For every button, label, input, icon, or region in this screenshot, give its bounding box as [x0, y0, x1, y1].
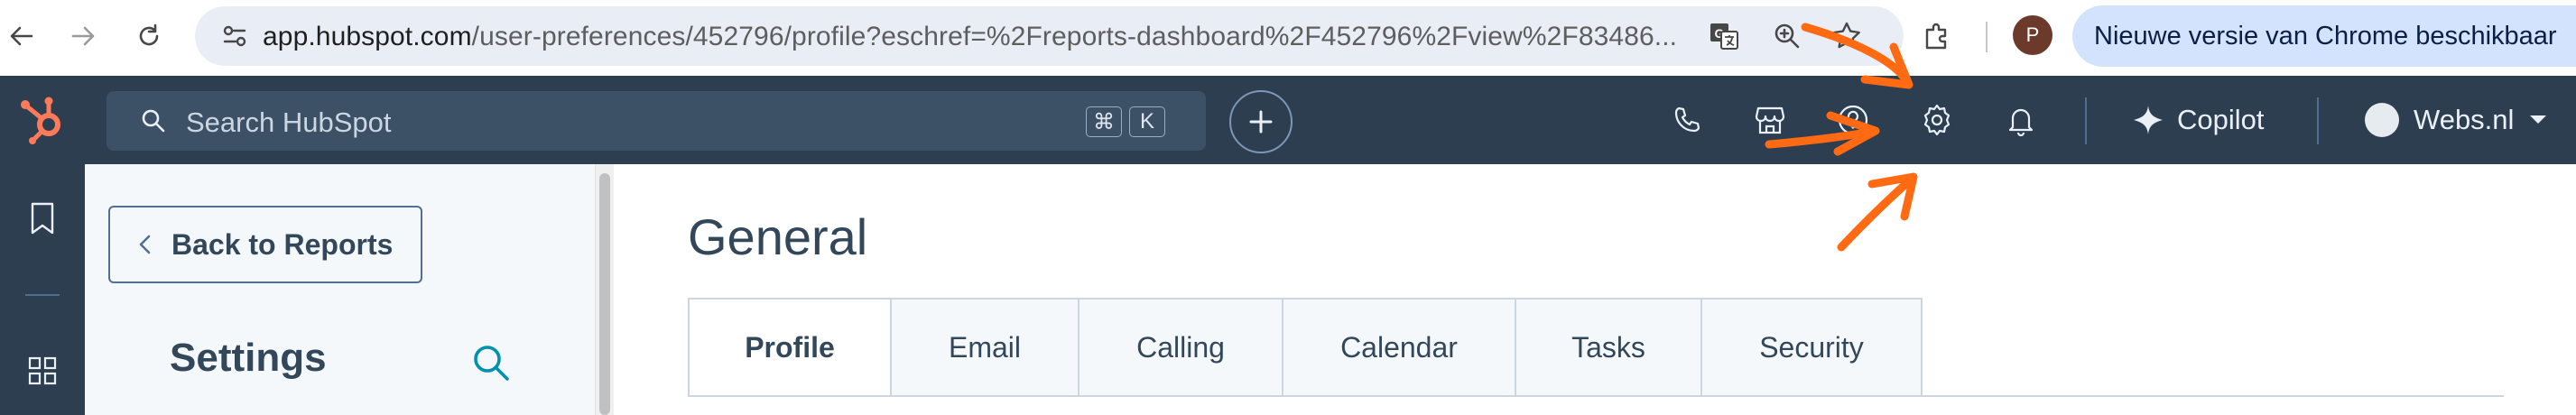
zoom-icon[interactable]: [1769, 18, 1805, 54]
grid-icon[interactable]: [27, 355, 58, 386]
tab-label: Calendar: [1340, 330, 1458, 364]
tab-calling[interactable]: Calling: [1080, 298, 1283, 397]
tab-label: Profile: [745, 330, 835, 364]
chrome-profile-avatar[interactable]: P: [2013, 15, 2052, 55]
tab-profile[interactable]: Profile: [688, 298, 892, 397]
settings-gear-icon[interactable]: [1916, 99, 1958, 141]
chevron-down-icon: [2530, 115, 2547, 124]
update-chrome-button[interactable]: Nieuwe versie van Chrome beschikbaar: [2072, 5, 2576, 67]
url-host: app.hubspot.com: [263, 22, 472, 51]
copilot-label: Copilot: [2177, 104, 2265, 135]
update-chrome-label: Nieuwe versie van Chrome beschikbaar: [2094, 22, 2557, 51]
reload-icon[interactable]: [129, 16, 169, 56]
left-rail: [0, 164, 85, 415]
hubspot-logo[interactable]: [16, 92, 70, 146]
back-arrow-icon[interactable]: [2, 16, 42, 56]
search-icon: [141, 108, 166, 134]
chevron-left-icon: [139, 235, 151, 254]
tab-tasks[interactable]: Tasks: [1516, 298, 1702, 397]
settings-heading: Settings: [170, 336, 327, 380]
translate-icon[interactable]: G: [1706, 18, 1742, 54]
url-text[interactable]: app.hubspot.com/user-preferences/452796/…: [263, 22, 1677, 52]
search-placeholder: Search HubSpot: [186, 106, 392, 138]
tab-security[interactable]: Security: [1702, 298, 1923, 397]
nav-divider: [2317, 97, 2319, 144]
help-icon[interactable]: [1832, 99, 1874, 141]
copilot-sparkle-icon: [2134, 106, 2163, 134]
scrollbar-thumb[interactable]: [599, 173, 610, 415]
toolbar-divider: [1986, 22, 1988, 52]
settings-sidebar: Back to Reports Settings: [85, 164, 596, 415]
site-info-icon[interactable]: [217, 18, 253, 54]
bookmark-star-icon[interactable]: [1829, 18, 1865, 54]
tab-calendar[interactable]: Calendar: [1283, 298, 1516, 397]
tab-label: Security: [1759, 330, 1864, 364]
create-plus-button[interactable]: [1229, 90, 1293, 153]
sidebar-scrollbar[interactable]: [596, 164, 614, 415]
account-label: Webs.nl: [2414, 104, 2515, 135]
account-avatar: [2365, 103, 2399, 137]
address-bar[interactable]: app.hubspot.com/user-preferences/452796/…: [195, 6, 1904, 66]
copilot-button[interactable]: Copilot: [2132, 98, 2265, 142]
preferences-tabs: Profile Email Calling Calendar Tasks Sec…: [688, 298, 1923, 397]
browser-toolbar: app.hubspot.com/user-preferences/452796/…: [0, 0, 2576, 76]
shortcut-cmd-key: ⌘: [1086, 106, 1122, 137]
tab-label: Calling: [1136, 330, 1225, 364]
tab-label: Tasks: [1571, 330, 1645, 364]
global-search-input[interactable]: Search HubSpot ⌘ K: [107, 91, 1206, 151]
phone-icon[interactable]: [1666, 99, 1708, 141]
marketplace-icon[interactable]: [1749, 99, 1791, 141]
back-to-reports-button[interactable]: Back to Reports: [108, 206, 422, 283]
settings-search-icon[interactable]: [469, 341, 513, 384]
account-menu[interactable]: Webs.nl: [2365, 98, 2548, 142]
forward-arrow-icon[interactable]: [63, 16, 103, 56]
tab-email[interactable]: Email: [892, 298, 1080, 397]
extensions-icon[interactable]: [1917, 16, 1957, 56]
nav-divider: [2085, 97, 2087, 144]
page-title: General: [688, 208, 868, 265]
notifications-bell-icon[interactable]: [2000, 99, 2042, 141]
profile-initial: P: [2025, 23, 2040, 46]
arrow-bottom: [1837, 172, 1918, 252]
url-path: /user-preferences/452796/profile?eschref…: [471, 22, 1678, 51]
tab-baseline: [688, 395, 2504, 397]
bookmark-icon[interactable]: [27, 200, 58, 236]
hubspot-top-nav: Search HubSpot ⌘ K Copilot Webs.nl: [0, 76, 2576, 164]
tab-label: Email: [948, 330, 1021, 364]
rail-divider: [25, 294, 60, 296]
shortcut-k-key: K: [1129, 106, 1165, 137]
plus-icon: [1249, 110, 1273, 134]
back-to-reports-label: Back to Reports: [171, 227, 394, 261]
